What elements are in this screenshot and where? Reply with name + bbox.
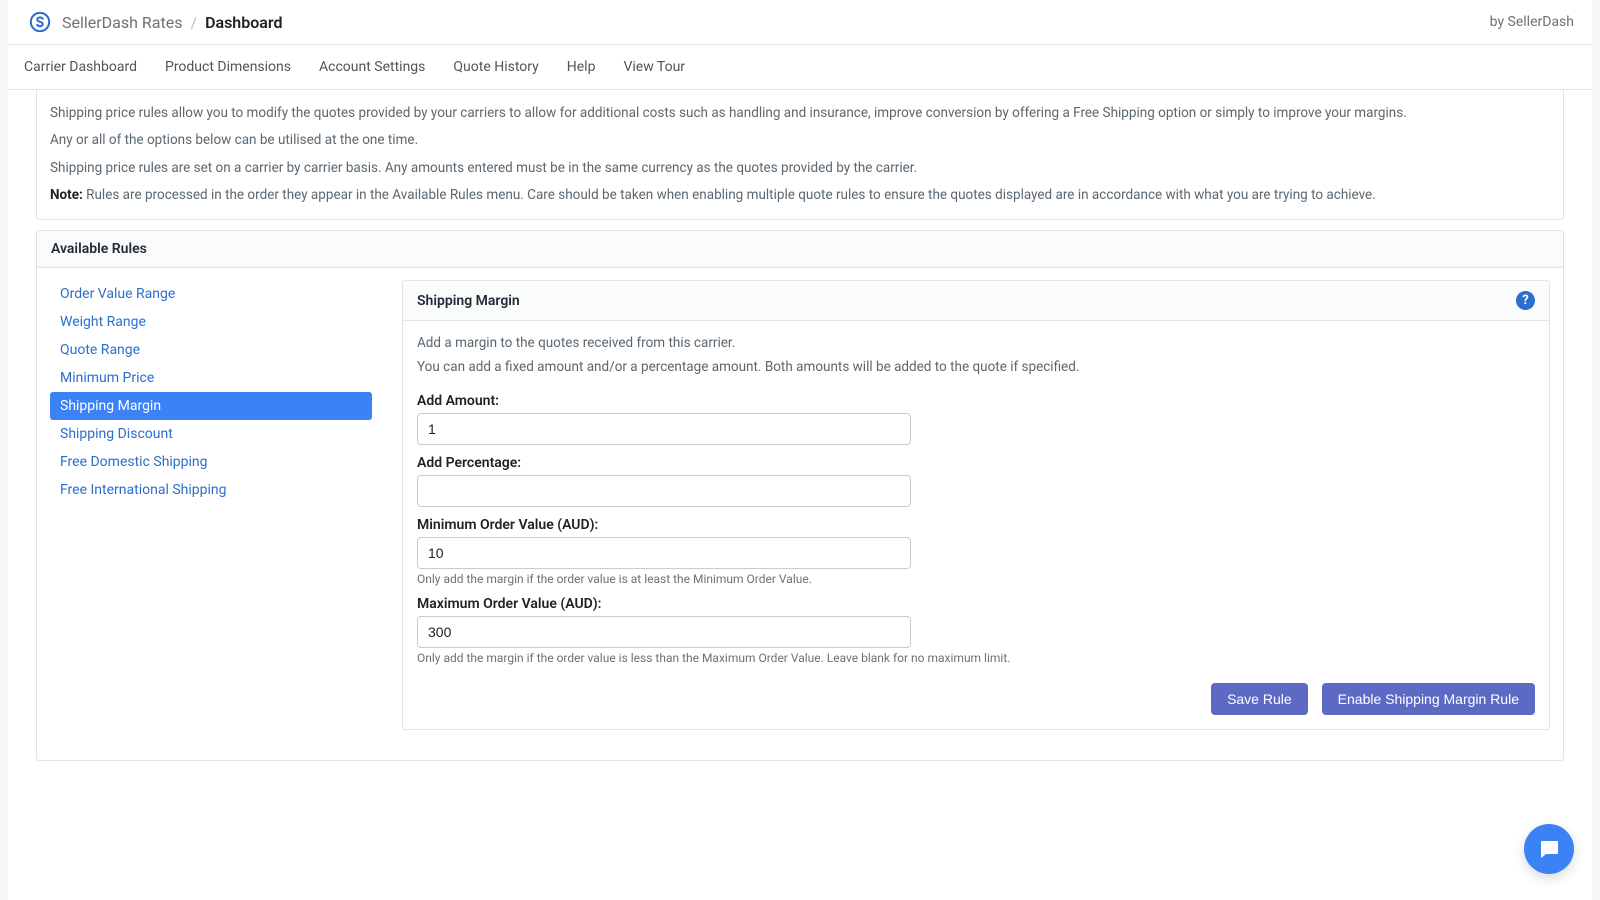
rule-detail-title: Shipping Margin [417, 293, 520, 309]
min-order-input[interactable] [417, 537, 911, 569]
app-logo-icon [28, 10, 52, 34]
intro-p1: Shipping price rules allow you to modify… [50, 103, 1550, 123]
max-order-label: Maximum Order Value (AUD): [417, 596, 1535, 612]
add-amount-label: Add Amount: [417, 393, 1535, 409]
top-bar: SellerDash Rates / Dashboard by SellerDa… [8, 0, 1592, 45]
max-order-hint: Only add the margin if the order value i… [417, 651, 1535, 665]
nav-account-settings[interactable]: Account Settings [319, 59, 425, 75]
available-rules-panel: Available Rules Order Value Range Weight… [36, 230, 1564, 761]
intro-note-text: Rules are processed in the order they ap… [83, 187, 1376, 203]
add-percentage-input[interactable] [417, 475, 911, 507]
nav-bar: Carrier Dashboard Product Dimensions Acc… [8, 45, 1592, 90]
nav-help[interactable]: Help [567, 59, 596, 75]
available-rules-header: Available Rules [37, 231, 1563, 268]
add-amount-input[interactable] [417, 413, 911, 445]
breadcrumb-separator: / [190, 13, 197, 32]
rule-order-value-range[interactable]: Order Value Range [50, 280, 372, 308]
rule-detail-panel: Shipping Margin ? Add a margin to the qu… [402, 280, 1550, 730]
breadcrumb: SellerDash Rates / Dashboard [14, 10, 283, 34]
rule-desc2: You can add a fixed amount and/or a perc… [417, 359, 1535, 375]
breadcrumb-current: Dashboard [205, 13, 282, 32]
rules-sidebar: Order Value Range Weight Range Quote Ran… [50, 280, 372, 730]
rule-desc1: Add a margin to the quotes received from… [417, 335, 1535, 351]
nav-carrier-dashboard[interactable]: Carrier Dashboard [24, 59, 137, 75]
rule-weight-range[interactable]: Weight Range [50, 308, 372, 336]
save-rule-button[interactable]: Save Rule [1211, 683, 1308, 715]
min-order-label: Minimum Order Value (AUD): [417, 517, 1535, 533]
nav-product-dimensions[interactable]: Product Dimensions [165, 59, 291, 75]
intro-note: Note: Rules are processed in the order t… [50, 185, 1550, 205]
intro-panel: Shipping price rules allow you to modify… [36, 90, 1564, 220]
rule-free-international-shipping[interactable]: Free International Shipping [50, 476, 372, 504]
add-percentage-label: Add Percentage: [417, 455, 1535, 471]
intro-p3: Shipping price rules are set on a carrie… [50, 158, 1550, 178]
chat-icon [1537, 837, 1561, 861]
nav-view-tour[interactable]: View Tour [623, 59, 685, 75]
by-line: by SellerDash [1490, 14, 1574, 30]
rule-quote-range[interactable]: Quote Range [50, 336, 372, 364]
intro-p2: Any or all of the options below can be u… [50, 130, 1550, 150]
rule-free-domestic-shipping[interactable]: Free Domestic Shipping [50, 448, 372, 476]
rule-shipping-discount[interactable]: Shipping Discount [50, 420, 372, 448]
enable-rule-button[interactable]: Enable Shipping Margin Rule [1322, 683, 1535, 715]
breadcrumb-app-name[interactable]: SellerDash Rates [62, 13, 182, 32]
rule-shipping-margin[interactable]: Shipping Margin [50, 392, 372, 420]
rule-minimum-price[interactable]: Minimum Price [50, 364, 372, 392]
intro-note-label: Note: [50, 187, 83, 203]
help-icon[interactable]: ? [1516, 291, 1535, 310]
max-order-input[interactable] [417, 616, 911, 648]
min-order-hint: Only add the margin if the order value i… [417, 572, 1535, 586]
chat-fab[interactable] [1524, 824, 1574, 874]
nav-quote-history[interactable]: Quote History [453, 59, 538, 75]
